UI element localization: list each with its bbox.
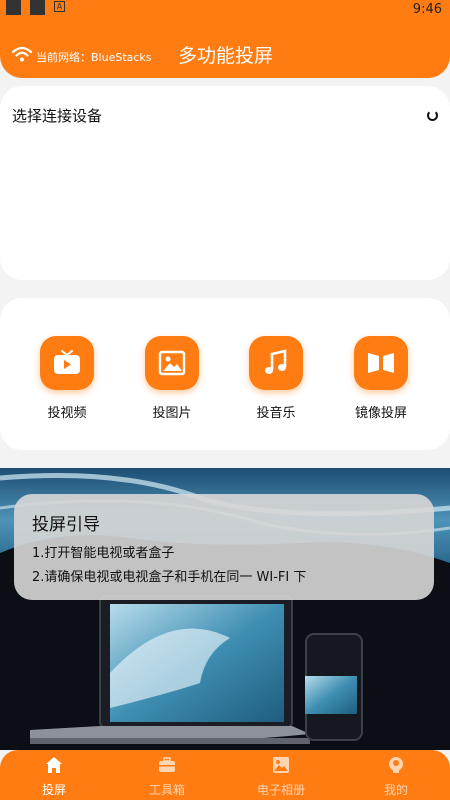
- toolbox-icon: [159, 757, 175, 772]
- loading-spinner-icon: [427, 110, 438, 121]
- status-time: 9:46: [412, 2, 442, 17]
- guide-title: 投屏引导: [32, 515, 100, 535]
- bottom-tab-bar: 投屏 工具箱 电子相册 我的: [0, 750, 450, 800]
- mirror-icon: [354, 336, 408, 390]
- cast-music-button[interactable]: 投音乐: [238, 336, 314, 421]
- device-select-label: 选择连接设备: [12, 107, 103, 125]
- current-network-label: 当前网络：BlueStacks: [36, 51, 152, 64]
- cast-image-label: 投图片: [152, 406, 192, 421]
- wifi-icon: [12, 46, 32, 62]
- guide-step-2: 2.请确保电视或电视盒子和手机在同一 WI-FI 下: [32, 570, 307, 585]
- cast-actions-panel: 投视频 投图片 投音乐 镜像投屏: [0, 298, 450, 450]
- music-note-icon: [249, 336, 303, 390]
- tab-cast-label: 投屏: [41, 783, 66, 797]
- cast-video-label: 投视频: [47, 406, 87, 421]
- tab-profile[interactable]: 我的: [351, 756, 441, 798]
- tab-profile-label: 我的: [383, 783, 408, 797]
- photo-album-icon: [273, 757, 289, 773]
- device-select-panel: 选择连接设备: [0, 86, 450, 280]
- tab-photo-album[interactable]: 电子相册: [236, 756, 326, 798]
- page-title: 多功能投屏: [178, 45, 274, 67]
- cast-guide-banner: 投屏引导 1.打开智能电视或者盒子 2.请确保电视或电视盒子和手机在同一 WI-…: [0, 468, 450, 750]
- guide-overlay: 投屏引导 1.打开智能电视或者盒子 2.请确保电视或电视盒子和手机在同一 WI-…: [14, 494, 434, 600]
- mirror-cast-label: 镜像投屏: [354, 406, 407, 421]
- profile-icon: [389, 757, 403, 773]
- status-a-icon: A: [54, 1, 65, 12]
- tab-cast[interactable]: 投屏: [9, 756, 99, 798]
- status-bar: A 9:46: [0, 0, 450, 22]
- cast-music-label: 投音乐: [256, 406, 296, 421]
- mirror-cast-button[interactable]: 镜像投屏: [343, 336, 419, 421]
- status-square-icon: [30, 0, 45, 15]
- status-square-icon: [6, 0, 21, 15]
- guide-step-1: 1.打开智能电视或者盒子: [32, 546, 175, 561]
- tab-toolbox-label: 工具箱: [148, 783, 185, 797]
- app-header: 当前网络：BlueStacks 多功能投屏: [0, 22, 450, 78]
- cast-video-button[interactable]: 投视频: [29, 336, 105, 421]
- image-icon: [145, 336, 199, 390]
- tab-photo-album-label: 电子相册: [256, 783, 305, 797]
- tab-toolbox[interactable]: 工具箱: [122, 756, 212, 798]
- tv-play-icon: [40, 336, 94, 390]
- home-icon: [46, 757, 62, 773]
- cast-image-button[interactable]: 投图片: [134, 336, 210, 421]
